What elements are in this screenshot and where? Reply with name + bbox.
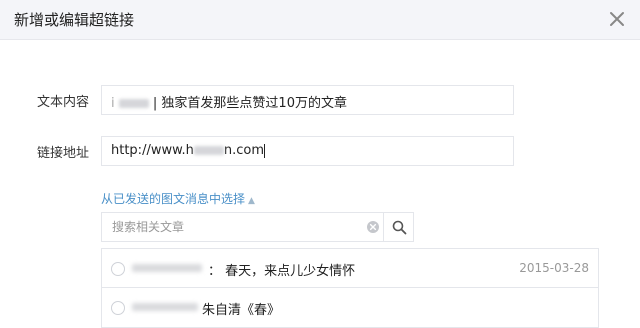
link-address-prefix: http://www.h xyxy=(111,143,194,158)
list-item[interactable]: ： 春天，来点儿少女情怀 2015-03-28 xyxy=(101,248,599,288)
search-button[interactable] xyxy=(383,213,414,241)
search-icon xyxy=(392,220,407,235)
article-radio[interactable] xyxy=(111,301,125,315)
article-title: 朱自清《春》 xyxy=(202,303,281,318)
pick-from-sent-label: 从已发送的图文消息中选择 xyxy=(101,192,246,206)
redacted-block xyxy=(132,303,198,311)
dialog-title: 新增或编辑超链接 xyxy=(14,11,135,29)
list-item[interactable]: 朱自清《春》 xyxy=(101,288,599,328)
article-list: ： 春天，来点儿少女情怀 2015-03-28 朱自清《春》 xyxy=(101,248,599,328)
link-address-field[interactable]: http://www.h n.com xyxy=(101,136,514,166)
caret-up-icon: ▲ xyxy=(248,196,255,206)
link-address-label: 链接地址 xyxy=(37,146,90,161)
redacted-text: i xyxy=(111,96,115,111)
pick-from-sent-link[interactable]: 从已发送的图文消息中选择 ▲ xyxy=(101,190,255,207)
article-search-box xyxy=(101,212,414,242)
article-search-input[interactable] xyxy=(102,213,377,241)
dialog-header: 新增或编辑超链接 xyxy=(0,0,640,40)
link-address-suffix: n.com xyxy=(223,143,265,158)
redacted-block xyxy=(132,264,202,272)
article-title: ： 春天，来点儿少女情怀 xyxy=(208,264,356,279)
redacted-block xyxy=(118,99,149,108)
text-content-value: | 独家首发那些点赞过10万的文章 xyxy=(152,96,347,111)
redacted-block xyxy=(193,146,224,155)
text-content-label: 文本内容 xyxy=(37,95,90,110)
close-icon xyxy=(610,12,624,26)
article-radio[interactable] xyxy=(111,262,125,276)
clear-circle-icon[interactable] xyxy=(366,220,380,234)
article-date: 2015-03-28 xyxy=(519,261,589,275)
close-button[interactable] xyxy=(604,6,630,32)
text-caret xyxy=(264,143,266,158)
text-content-field[interactable]: i | 独家首发那些点赞过10万的文章 xyxy=(101,85,514,115)
